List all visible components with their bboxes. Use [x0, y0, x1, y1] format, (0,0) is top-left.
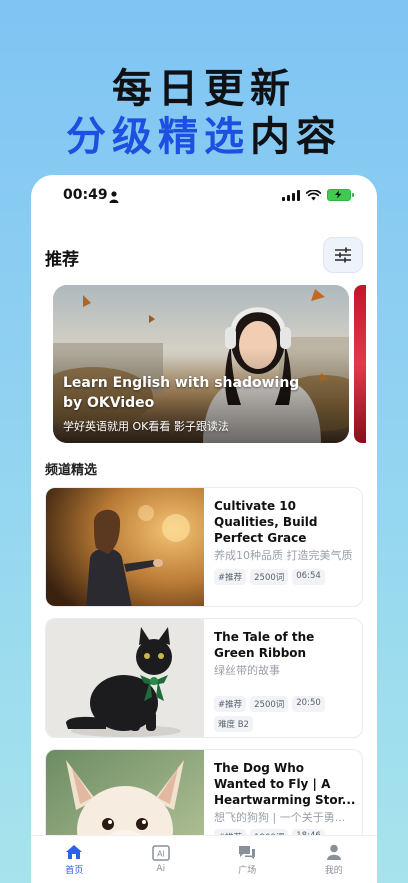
- status-time: 00:49: [63, 187, 108, 203]
- tag-word-count: 2500词: [250, 569, 289, 585]
- featured-banner[interactable]: Learn English with shadowing by OKVideo …: [53, 285, 349, 443]
- card-tags: #推荐 2500词 20:50 难度 B2: [214, 696, 356, 732]
- card-subtitle: 绿丝带的故事: [214, 664, 280, 677]
- card-thumbnail: [46, 488, 204, 606]
- tab-label: Ai: [156, 864, 166, 874]
- hero-title-highlight: 分级精选: [66, 114, 250, 160]
- banner-subtitle: 学好英语就用 OK看看 影子跟读法: [63, 420, 229, 433]
- tag-duration: 20:50: [292, 696, 325, 712]
- signal-icon: [282, 189, 300, 201]
- wifi-icon: [306, 189, 321, 200]
- video-card[interactable]: The Tale of the Green Ribbon 绿丝带的故事 #推荐 …: [45, 618, 363, 738]
- tag-word-count: 2500词: [250, 696, 289, 712]
- status-icons: [282, 189, 354, 201]
- tab-label: 广场: [238, 865, 257, 876]
- filter-button[interactable]: [323, 237, 363, 273]
- tag-level: 难度 B2: [214, 716, 253, 732]
- card-title: The Tale of the Green Ribbon: [214, 630, 315, 660]
- home-icon: [66, 844, 83, 859]
- tag-category: #推荐: [214, 696, 247, 712]
- sliders-icon: [335, 247, 351, 263]
- ai-icon: AI: [152, 845, 170, 861]
- person-icon: [109, 191, 119, 203]
- card-body: The Tale of the Green Ribbon 绿丝带的故事 #推荐 …: [214, 629, 356, 732]
- hero-title-line2: 分级精选内容: [0, 104, 408, 162]
- card-thumbnail: [46, 619, 204, 737]
- hero-title-rest: 内容: [250, 114, 342, 160]
- tab-home[interactable]: 首页: [44, 844, 104, 876]
- status-bar: 00:49: [31, 187, 377, 209]
- next-banner-peek[interactable]: [354, 285, 366, 443]
- chat-icon: [239, 845, 256, 859]
- tag-category: #推荐: [214, 569, 247, 585]
- battery-charging-icon: [327, 189, 354, 201]
- recommend-title: 推荐: [45, 250, 79, 270]
- tab-label: 首页: [65, 865, 84, 876]
- phone-screen: 00:49 推荐 Learn English with shadowing by…: [31, 175, 377, 883]
- tab-profile[interactable]: 我的: [304, 844, 364, 876]
- card-tags: #推荐 2500词 06:54: [214, 569, 356, 585]
- svg-text:AI: AI: [157, 850, 165, 859]
- tab-square[interactable]: 广场: [217, 844, 277, 876]
- video-card[interactable]: Cultivate 10 Qualities, Build Perfect Gr…: [45, 487, 363, 607]
- card-body: Cultivate 10 Qualities, Build Perfect Gr…: [214, 498, 356, 585]
- bottom-tab-bar: 首页 AI Ai 广场 我的: [31, 835, 377, 883]
- tag-duration: 06:54: [292, 569, 325, 585]
- channel-title: 频道精选: [45, 463, 98, 478]
- card-title: The Dog Who Wanted to Fly | A Heartwarmi…: [214, 761, 356, 807]
- card-subtitle: 养成10种品质 打造完美气质: [214, 549, 353, 562]
- tab-ai[interactable]: AI Ai: [131, 845, 191, 874]
- card-body: The Dog Who Wanted to Fly | A Heartwarmi…: [214, 760, 356, 845]
- tab-label: 我的: [324, 865, 343, 876]
- card-title: Cultivate 10 Qualities, Build Perfect Gr…: [214, 499, 318, 545]
- banner-title: Learn English with shadowing by OKVideo: [63, 375, 300, 411]
- card-subtitle: 想飞的狗狗 | 一个关于勇...: [214, 811, 346, 824]
- profile-icon: [326, 844, 341, 860]
